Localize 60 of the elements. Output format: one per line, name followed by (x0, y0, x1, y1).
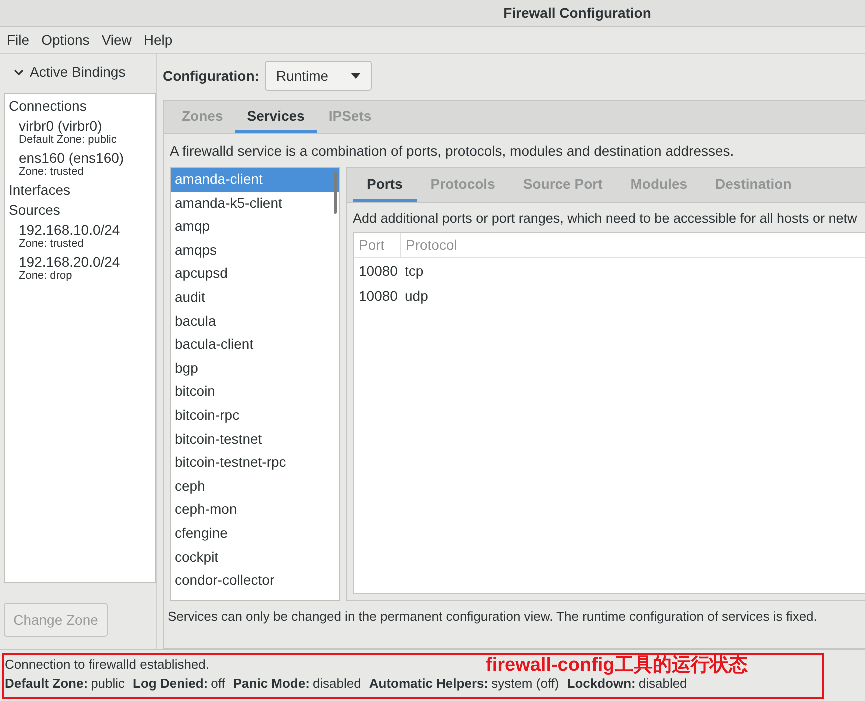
list-item[interactable]: ceph (171, 474, 339, 498)
list-item[interactable]: ceph-mon (171, 498, 339, 522)
zone-label: Zone: trusted (19, 166, 85, 178)
status-label: Default Zone: (5, 676, 88, 691)
list-item[interactable]: cfengine (171, 522, 339, 546)
zone-label: Zone: trusted (19, 238, 85, 250)
category-label: Sources (9, 202, 62, 218)
tab[interactable]: Services (235, 101, 317, 133)
hint-text: Add additional ports or port ranges, which need to be accessible for all hosts or netw (352, 210, 858, 228)
binding-name[interactable]: ens160 (ens160) (19, 150, 151, 166)
status-label: Automatic Helpers: (369, 676, 489, 691)
zone-label: Zone: drop (19, 270, 74, 282)
zone-label: Default Zone: public (19, 134, 118, 146)
list-item[interactable]: bacula-client (171, 333, 339, 357)
annotation-text: firewall-config工具的运行状态 (486, 654, 748, 678)
list-item[interactable]: bitcoin-testnet-rpc (171, 451, 339, 475)
menu-item[interactable]: Options (36, 32, 95, 48)
category-label: Interfaces (9, 182, 72, 198)
list-item[interactable]: bitcoin-rpc (171, 404, 339, 428)
list-item[interactable]: amqp (171, 215, 339, 239)
table-cell-text: 10080 (358, 262, 399, 278)
status-value: public (91, 676, 126, 691)
table-cell-text: 10080 (358, 288, 399, 304)
table-cell-text: udp (404, 288, 430, 304)
section-header[interactable]: Active Bindings (30, 64, 126, 80)
menu-item[interactable]: Help (138, 32, 178, 48)
binding-name[interactable]: virbr0 (virbr0) (19, 118, 151, 134)
menu-item[interactable]: View (96, 32, 137, 48)
status-value: disabled (638, 676, 688, 691)
list-item[interactable]: apcupsd (171, 262, 339, 286)
configuration-label: Configuration: (163, 68, 260, 84)
status-message: Connection to firewalld established. (5, 656, 210, 674)
list-item[interactable]: amqps (171, 238, 339, 262)
list-item[interactable]: bacula (171, 310, 339, 334)
list-item[interactable]: cockpit (171, 546, 339, 570)
list-item[interactable]: audit (171, 286, 339, 310)
binding-name[interactable]: 192.168.20.0/24 (19, 254, 151, 270)
list-item[interactable]: bitcoin-testnet (171, 428, 339, 452)
window-title: Firewall Configuration (504, 5, 652, 21)
list-item[interactable]: bgp (171, 356, 339, 380)
tab[interactable]: Ports (353, 168, 417, 202)
status-value: system (off) (492, 676, 560, 691)
configuration-dropdown[interactable]: Runtime (265, 61, 372, 91)
caret-icon (350, 73, 361, 79)
status-label: Lockdown: (567, 676, 636, 691)
status-value: off (211, 676, 226, 691)
list-item[interactable]: bitcoin (171, 380, 339, 404)
menu-item[interactable]: File (2, 32, 35, 48)
list-item[interactable]: condor-collector (171, 569, 339, 593)
binding-name[interactable]: 192.168.10.0/24 (19, 222, 151, 238)
list-item[interactable]: amanda-k5-client (171, 192, 339, 216)
scrollbar-thumb[interactable] (334, 172, 337, 214)
description-text: A firewalld service is a combination of ports, protocols, modules and destination addresses. (169, 142, 736, 161)
status-value: disabled (312, 676, 362, 691)
status-label: Log Denied: (133, 676, 208, 691)
category-label: Connections (9, 98, 88, 114)
info-text: Services can only be changed in the permanent configuration view. The runtime configuration of services is fixed. (167, 608, 818, 626)
chevron-down-icon[interactable] (14, 68, 24, 76)
table-cell-text: tcp (404, 262, 425, 278)
status-label: Panic Mode: (233, 676, 310, 691)
